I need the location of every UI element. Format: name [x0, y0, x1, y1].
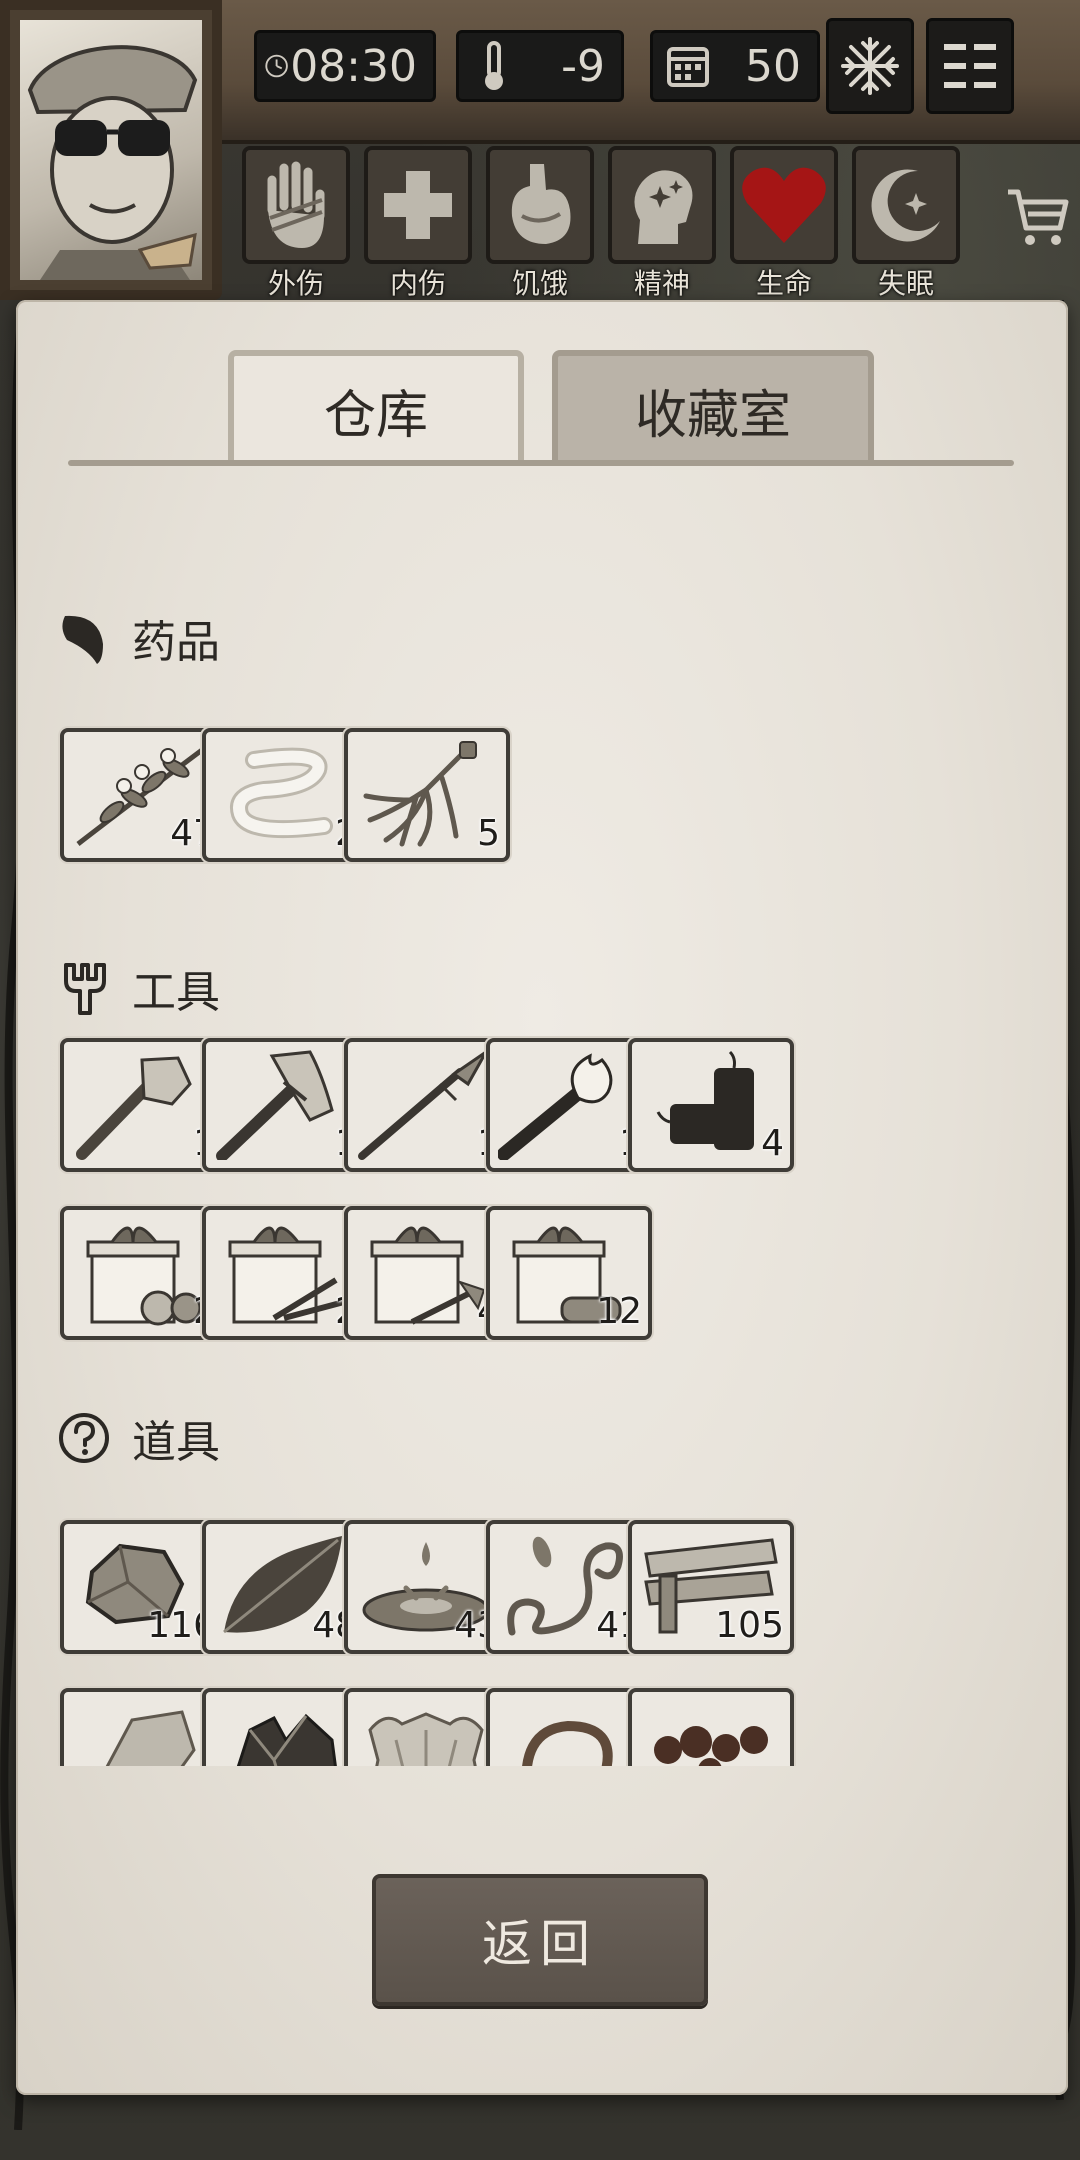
status-tile-spirit[interactable]	[608, 146, 716, 264]
item-count: 12	[596, 1291, 642, 1332]
item-berries[interactable]	[628, 1688, 794, 1766]
firecracker-icon	[656, 1050, 754, 1150]
torch-icon	[498, 1053, 613, 1160]
stone-axe-icon	[216, 1050, 334, 1160]
section-tools-title: 工具	[132, 967, 220, 1018]
item-gift-box-wood[interactable]: 12	[486, 1206, 652, 1340]
cart-icon[interactable]	[1004, 184, 1072, 252]
bandage-icon	[230, 747, 333, 839]
calendar-icon	[667, 47, 709, 87]
item-count: 105	[715, 1605, 784, 1646]
section-tools-header: 工具	[56, 953, 220, 1023]
day-counter: 50	[650, 30, 820, 102]
cross-icon	[384, 171, 452, 239]
avatar-sketch	[27, 45, 198, 280]
inventory-scroll-area[interactable]: 药品 47 2	[16, 300, 1068, 1766]
status-tile-internal[interactable]	[364, 146, 472, 264]
moon-star-icon	[871, 169, 940, 242]
status-label-life: 生命	[755, 267, 812, 300]
wrench-icon	[56, 960, 112, 1016]
gift-box-icon	[86, 1226, 202, 1326]
status-tile-hunger[interactable]	[486, 146, 594, 264]
berries-icon	[654, 1726, 768, 1766]
stomach-icon	[511, 164, 571, 244]
section-medicine-title: 药品	[132, 617, 220, 668]
item-ginseng-root[interactable]: 5	[344, 728, 510, 862]
day-value: 50	[745, 40, 801, 92]
status-label-hunger: 饥饿	[511, 267, 568, 300]
clock-icon	[265, 54, 288, 78]
ginseng-root-icon	[363, 741, 477, 847]
section-props-title: 道具	[132, 1417, 220, 1468]
head-sparkle-icon	[634, 170, 693, 244]
status-tile-insomnia[interactable]	[852, 146, 960, 264]
status-label-wound: 外伤	[267, 267, 324, 300]
leaf-icon	[56, 610, 112, 666]
spear-icon	[358, 1050, 488, 1160]
item-firecracker[interactable]: 4	[628, 1038, 794, 1172]
menu-icon	[944, 44, 996, 88]
status-label-insomnia: 失眠	[877, 267, 934, 300]
status-label-spirit: 精神	[633, 267, 690, 300]
back-button[interactable]: 返回	[372, 1874, 708, 2006]
status-tile-wound[interactable]	[242, 146, 350, 264]
snowflake-icon	[841, 37, 899, 95]
inventory-panel: 仓库 收藏室 药品 47 5 工具 4 12 道具 116 48 43 41 1…	[16, 300, 1068, 2095]
gift-box-icon	[228, 1226, 345, 1324]
status-label-internal: 内伤	[389, 267, 446, 300]
hand-bandage-icon	[267, 161, 325, 248]
item-count: 5	[477, 813, 500, 854]
item-count: 4	[761, 1123, 784, 1164]
menu-button[interactable]	[926, 18, 1014, 114]
item-wood-planks[interactable]: 105	[628, 1520, 794, 1654]
rope-icon	[522, 1720, 613, 1766]
section-medicine-header: 药品	[56, 603, 220, 673]
time-value: 08:30	[290, 40, 417, 92]
temperature-value: -9	[561, 40, 605, 92]
ore-icon	[236, 1713, 337, 1766]
animal-hide-icon	[368, 1712, 484, 1766]
time-display: 08:30	[254, 30, 436, 102]
gift-box-icon	[370, 1226, 486, 1325]
section-props-header: 道具	[56, 1403, 220, 1473]
weather-button[interactable]	[826, 18, 914, 114]
status-tile-life[interactable]	[730, 146, 838, 264]
temperature-display: -9	[456, 30, 624, 102]
thermometer-icon	[485, 41, 503, 90]
stone-hammer-icon	[76, 1056, 192, 1160]
heart-icon	[742, 167, 826, 243]
question-icon	[56, 1410, 112, 1466]
avatar	[20, 20, 202, 280]
player-portrait[interactable]	[0, 0, 222, 300]
flint-icon	[105, 1710, 196, 1766]
